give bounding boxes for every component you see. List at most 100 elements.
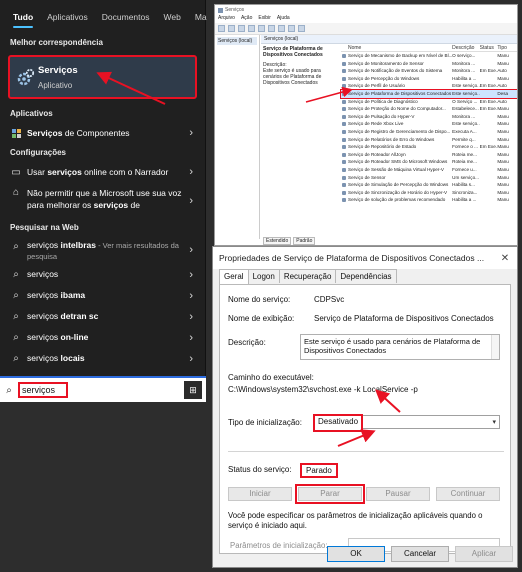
web-result-item[interactable]: ⌕ serviços ibama › <box>0 285 205 306</box>
pause-button[interactable]: Pausar <box>366 487 430 501</box>
web-result-item[interactable]: ⌕ serviços locais › <box>0 348 205 369</box>
tab-documents[interactable]: Documentos <box>95 0 157 34</box>
tab-logon[interactable]: Logon <box>247 269 280 283</box>
service-status-cell <box>480 75 498 83</box>
service-desc-cell: Monitora ... <box>452 68 476 74</box>
web-result-item[interactable]: ⌕ serviços intelbras - Ver mais resultado… <box>0 236 205 264</box>
export-icon[interactable] <box>268 25 275 32</box>
service-row[interactable]: Serviço de Perfil de Usuário Este serviço… <box>341 82 517 90</box>
apply-button[interactable]: Aplicar <box>455 546 513 562</box>
config-result-voice[interactable]: ⌂ Não permitir que a Microsoft use sua v… <box>0 183 205 219</box>
web-result-item[interactable]: ⌕ serviços › <box>0 264 205 285</box>
web-result-item[interactable]: ⌕ serviços detran sc › <box>0 306 205 327</box>
tab-all[interactable]: Tudo <box>6 0 40 34</box>
service-row[interactable]: Serviço de Pulsação do Hyper-V Monitora .… <box>341 113 517 121</box>
ok-button[interactable]: OK <box>327 546 385 562</box>
service-name-cell: Serviço de Repositório de Estado <box>341 143 452 151</box>
service-status-cell: Em Exe... <box>479 144 498 150</box>
service-row[interactable]: Serviço de Percepção do Windows Habilita … <box>341 75 517 83</box>
web-result-item[interactable]: ⌕ serviços on-line › <box>0 327 205 348</box>
tab-web[interactable]: Web <box>157 0 188 34</box>
col-type[interactable]: Tipo <box>497 45 517 51</box>
service-desc-cell: Sincroniza... <box>452 189 478 195</box>
best-match-services[interactable]: Serviços Aplicativo <box>8 55 197 99</box>
service-row[interactable]: Serviço de Roteador SMS do Microsoft Win… <box>341 158 517 166</box>
service-row[interactable]: Serviço de Política de Diagnóstico O Serv… <box>341 98 517 106</box>
service-row[interactable]: Serviço de Monitoramento de Sensor Monito… <box>341 60 517 68</box>
config-result-narrator[interactable]: ▭ Usar serviços online com o Narrador › <box>0 161 205 183</box>
service-row[interactable]: Serviço de Plataforma de Dispositivos Co… <box>340 89 517 99</box>
chevron-right-icon[interactable]: › <box>189 166 193 178</box>
search-input[interactable]: serviços <box>18 382 68 398</box>
chevron-right-icon[interactable]: › <box>189 127 193 139</box>
tab-extended[interactable]: Estendido <box>263 237 292 245</box>
service-row[interactable]: Serviço de Sensor Um serviço... Manu <box>341 174 517 182</box>
service-row[interactable]: Serviço de Notificação de Eventos do Sis… <box>341 67 517 75</box>
service-row[interactable]: Serviço de solução de problemas recomend… <box>341 196 517 204</box>
tab-dependencies[interactable]: Dependências <box>335 269 397 283</box>
service-desc-cell: Monitora ... <box>452 113 476 119</box>
service-name-cell: Serviço de Sincronização de Horário do H… <box>341 189 452 197</box>
display-name-label: Nome de exibição: <box>228 314 295 323</box>
service-row[interactable]: Serviço de Mecanismo de Backup em Nível … <box>341 52 517 60</box>
start-button[interactable]: Iniciar <box>228 487 292 501</box>
taskbar-search-box[interactable]: ⌕ serviços ⊞ <box>0 376 206 402</box>
cancel-button[interactable]: Cancelar <box>391 546 449 562</box>
service-type-cell: Manu <box>497 136 509 142</box>
tab-recovery[interactable]: Recuperação <box>278 269 337 283</box>
menu-help[interactable]: Ajuda <box>277 15 290 23</box>
properties-icon[interactable] <box>248 25 255 32</box>
chevron-right-icon[interactable]: › <box>189 290 193 302</box>
back-icon[interactable] <box>218 25 225 32</box>
menu-action[interactable]: Ação <box>241 15 252 23</box>
chevron-right-icon[interactable]: › <box>189 311 193 323</box>
visual-search-icon[interactable]: ⊞ <box>184 381 202 399</box>
menu-view[interactable]: Exibir <box>258 15 271 23</box>
service-status-cell: Em Exe... <box>479 83 498 89</box>
service-row[interactable]: Serviço de Sincronização de Horário do H… <box>341 189 517 197</box>
col-name[interactable]: Nome <box>341 45 452 51</box>
service-row[interactable]: Serviço de Roteador AllJoyn Roteia me... M… <box>341 151 517 159</box>
play-icon[interactable] <box>288 25 295 32</box>
service-row[interactable]: Serviço de Sessão de Máquina Virtual Hyp… <box>341 166 517 174</box>
stop-icon[interactable] <box>298 25 305 32</box>
refresh-icon[interactable] <box>258 25 265 32</box>
chevron-right-icon[interactable]: › <box>189 332 193 344</box>
startup-type-select[interactable]: Desativado ▾ <box>313 414 500 432</box>
chevron-right-icon[interactable]: › <box>189 353 193 365</box>
web-result-text: serviços <box>27 332 61 342</box>
chevron-right-icon[interactable]: › <box>189 195 193 207</box>
web-result-text: serviços <box>27 353 61 363</box>
stop-button[interactable]: Parar <box>295 484 365 504</box>
app-result-component-services[interactable]: Serviços de Componentes › <box>0 122 205 144</box>
continue-button[interactable]: Continuar <box>436 487 500 501</box>
service-row[interactable]: Serviço de Proteção do Nome do Computado… <box>341 105 517 113</box>
chevron-right-icon[interactable]: › <box>189 269 193 281</box>
tree-services-local[interactable]: Serviços (local) <box>217 37 257 45</box>
service-row[interactable]: Serviço de Simulação de Percepção do Win… <box>341 181 517 189</box>
service-name-value: CDPSvc <box>314 295 345 304</box>
tab-more[interactable]: Ma <box>188 0 214 34</box>
description-box[interactable]: Este serviço é usado para cenários de Pl… <box>300 334 500 360</box>
help-icon[interactable] <box>278 25 285 32</box>
up-icon[interactable] <box>238 25 245 32</box>
services-view-tabs: Estendido Padrão <box>261 237 316 245</box>
service-type-cell: Manu <box>497 113 509 119</box>
tab-general[interactable]: Geral <box>219 269 249 284</box>
service-row[interactable]: Serviço de Rede Xbox Live Este serviço...… <box>341 120 517 128</box>
forward-icon[interactable] <box>228 25 235 32</box>
tab-apps[interactable]: Aplicativos <box>40 0 95 34</box>
col-desc[interactable]: Descrição <box>452 45 480 51</box>
description-scrollbar[interactable] <box>491 335 499 359</box>
col-status[interactable]: Status <box>480 45 498 51</box>
screenshot-composite: Tudo Aplicativos Documentos Web Ma Melho… <box>0 0 522 572</box>
tab-standard[interactable]: Padrão <box>293 237 316 245</box>
service-row[interactable]: Serviço de Repositório de Estado Fornece … <box>341 143 517 151</box>
close-icon[interactable]: ✕ <box>493 253 517 264</box>
service-status-cell <box>480 90 498 98</box>
service-row[interactable]: Serviço de Registro de Gerenciamento de … <box>341 128 517 136</box>
menu-file[interactable]: Arquivo <box>218 15 235 23</box>
chevron-right-icon[interactable]: › <box>189 244 193 256</box>
service-name-cell: Serviço de Política de Diagnóstico <box>341 98 452 106</box>
service-row[interactable]: Serviço de Relatórios de Erro do Windows… <box>341 136 517 144</box>
